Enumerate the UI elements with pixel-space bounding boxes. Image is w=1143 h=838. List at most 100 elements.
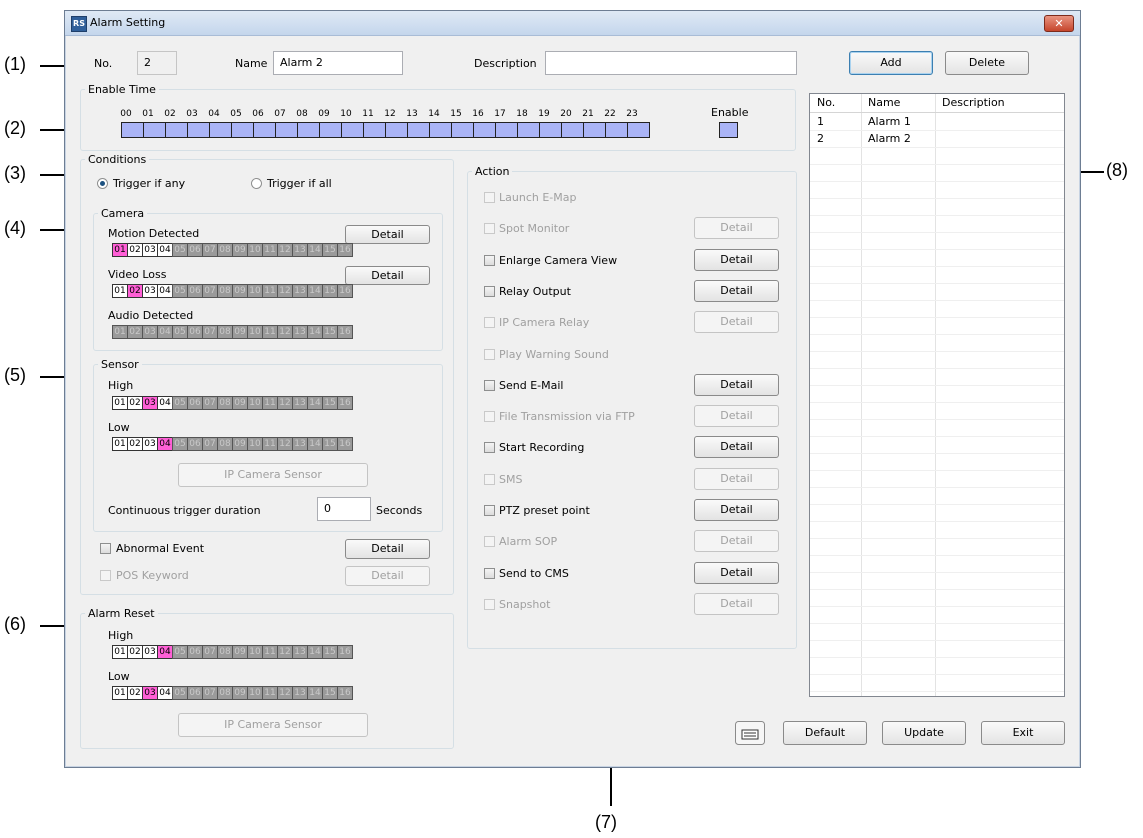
send-to-cms-detail-button[interactable]: Detail xyxy=(694,561,779,584)
channel-cell[interactable]: 04 xyxy=(157,437,173,451)
channel-cell[interactable]: 16 xyxy=(337,645,353,659)
hour-cell[interactable] xyxy=(121,122,144,138)
enlarge-camera-view-checkbox[interactable] xyxy=(484,254,495,266)
hour-cell[interactable] xyxy=(561,122,584,138)
channel-cell[interactable]: 13 xyxy=(292,437,308,451)
hour-cell[interactable] xyxy=(539,122,562,138)
ip-camera-sensor-button[interactable]: IP Camera Sensor xyxy=(178,463,368,487)
channel-cell[interactable]: 02 xyxy=(127,243,143,257)
channel-cell[interactable]: 07 xyxy=(202,645,218,659)
channel-cell[interactable]: 09 xyxy=(232,325,248,339)
channel-cell[interactable]: 04 xyxy=(157,686,173,700)
hour-cell[interactable] xyxy=(341,122,364,138)
channel-cell[interactable]: 08 xyxy=(217,686,233,700)
channel-cell[interactable]: 16 xyxy=(337,437,353,451)
channel-cell[interactable]: 09 xyxy=(232,243,248,257)
channel-cell[interactable]: 09 xyxy=(232,437,248,451)
relay-output-checkbox[interactable] xyxy=(484,285,495,297)
channel-cell[interactable]: 02 xyxy=(127,686,143,700)
sensor-low-channels[interactable]: 01 02 03 04 05 06 07 08 09 10 11 12 13 14 15 16 xyxy=(112,437,353,451)
channel-cell[interactable]: 07 xyxy=(202,284,218,298)
channel-cell[interactable]: 12 xyxy=(277,284,293,298)
channel-cell[interactable]: 11 xyxy=(262,243,278,257)
add-button[interactable]: Add xyxy=(849,51,933,75)
start-recording-detail-button[interactable]: Detail xyxy=(694,436,779,459)
channel-cell[interactable]: 03 xyxy=(142,284,158,298)
sms-checkbox[interactable] xyxy=(484,473,495,485)
channel-cell[interactable]: 07 xyxy=(202,686,218,700)
channel-cell[interactable]: 15 xyxy=(322,396,338,410)
channel-cell[interactable]: 01 xyxy=(112,645,128,659)
channel-cell[interactable]: 09 xyxy=(232,686,248,700)
channel-cell[interactable]: 12 xyxy=(277,645,293,659)
alarm-list[interactable]: No. Name Description 1 Alarm 1 2 Alarm 2 xyxy=(809,93,1065,697)
channel-cell[interactable]: 05 xyxy=(172,284,188,298)
trigger-all-radio[interactable] xyxy=(251,178,262,189)
ip-camera-relay-detail-button[interactable]: Detail xyxy=(694,311,779,334)
reset-high-channels[interactable]: 01 02 03 04 05 06 07 08 09 10 11 12 13 14 15 16 xyxy=(112,645,353,659)
channel-cell[interactable]: 16 xyxy=(337,396,353,410)
channel-cell[interactable]: 13 xyxy=(292,325,308,339)
hour-cell[interactable] xyxy=(605,122,628,138)
alarm-sop-checkbox[interactable] xyxy=(484,536,495,548)
channel-cell[interactable]: 03 xyxy=(142,645,158,659)
channel-cell[interactable]: 02 xyxy=(127,284,143,298)
channel-cell[interactable]: 11 xyxy=(262,645,278,659)
hour-cell[interactable] xyxy=(165,122,188,138)
spot-monitor-checkbox[interactable] xyxy=(484,223,495,235)
hour-cell[interactable] xyxy=(253,122,276,138)
channel-cell[interactable]: 09 xyxy=(232,284,248,298)
spot-monitor-detail-button[interactable]: Detail xyxy=(694,217,779,240)
exit-button[interactable]: Exit xyxy=(981,721,1065,745)
channel-cell[interactable]: 03 xyxy=(142,396,158,410)
hour-cell[interactable] xyxy=(231,122,254,138)
hour-cell[interactable] xyxy=(407,122,430,138)
default-button[interactable]: Default xyxy=(783,721,867,745)
channel-cell[interactable]: 14 xyxy=(307,437,323,451)
channel-cell[interactable]: 11 xyxy=(262,396,278,410)
channel-cell[interactable]: 15 xyxy=(322,437,338,451)
channel-cell[interactable]: 16 xyxy=(337,686,353,700)
header-description[interactable]: Description xyxy=(942,96,1005,109)
channel-cell[interactable]: 16 xyxy=(337,243,353,257)
channel-cell[interactable]: 12 xyxy=(277,396,293,410)
table-row[interactable]: 1 Alarm 1 xyxy=(810,113,1064,131)
pos-keyword-checkbox[interactable] xyxy=(100,570,111,581)
channel-cell[interactable]: 03 xyxy=(142,325,158,339)
channel-cell[interactable]: 13 xyxy=(292,243,308,257)
channel-cell[interactable]: 07 xyxy=(202,243,218,257)
channel-cell[interactable]: 12 xyxy=(277,325,293,339)
hour-cell[interactable] xyxy=(517,122,540,138)
channel-cell[interactable]: 09 xyxy=(232,645,248,659)
channel-cell[interactable]: 14 xyxy=(307,243,323,257)
channel-cell[interactable]: 14 xyxy=(307,645,323,659)
description-field[interactable] xyxy=(545,51,797,75)
send-e-mail-checkbox[interactable] xyxy=(484,379,495,391)
channel-cell[interactable]: 01 xyxy=(112,284,128,298)
channel-cell[interactable]: 05 xyxy=(172,243,188,257)
channel-cell[interactable]: 08 xyxy=(217,645,233,659)
channel-cell[interactable]: 16 xyxy=(337,284,353,298)
channel-cell[interactable]: 12 xyxy=(277,686,293,700)
header-name[interactable]: Name xyxy=(868,96,900,109)
channel-cell[interactable]: 08 xyxy=(217,396,233,410)
hour-cell[interactable] xyxy=(451,122,474,138)
trigger-any-radio[interactable] xyxy=(97,178,108,189)
channel-cell[interactable]: 10 xyxy=(247,284,263,298)
header-no[interactable]: No. xyxy=(817,96,835,109)
channel-cell[interactable]: 05 xyxy=(172,325,188,339)
reset-ip-camera-sensor-button[interactable]: IP Camera Sensor xyxy=(178,713,368,737)
file-transmission-via-ftp-checkbox[interactable] xyxy=(484,411,495,423)
channel-cell[interactable]: 13 xyxy=(292,645,308,659)
channel-cell[interactable]: 03 xyxy=(142,437,158,451)
channel-cell[interactable]: 06 xyxy=(187,243,203,257)
channel-cell[interactable]: 10 xyxy=(247,437,263,451)
channel-cell[interactable]: 14 xyxy=(307,284,323,298)
channel-cell[interactable]: 07 xyxy=(202,396,218,410)
channel-cell[interactable]: 01 xyxy=(112,686,128,700)
video-loss-channels[interactable]: 01 02 03 04 05 06 07 08 09 10 11 12 13 14 15 16 xyxy=(112,284,353,298)
channel-cell[interactable]: 07 xyxy=(202,437,218,451)
channel-cell[interactable]: 15 xyxy=(322,243,338,257)
channel-cell[interactable]: 07 xyxy=(202,325,218,339)
channel-cell[interactable]: 04 xyxy=(157,325,173,339)
